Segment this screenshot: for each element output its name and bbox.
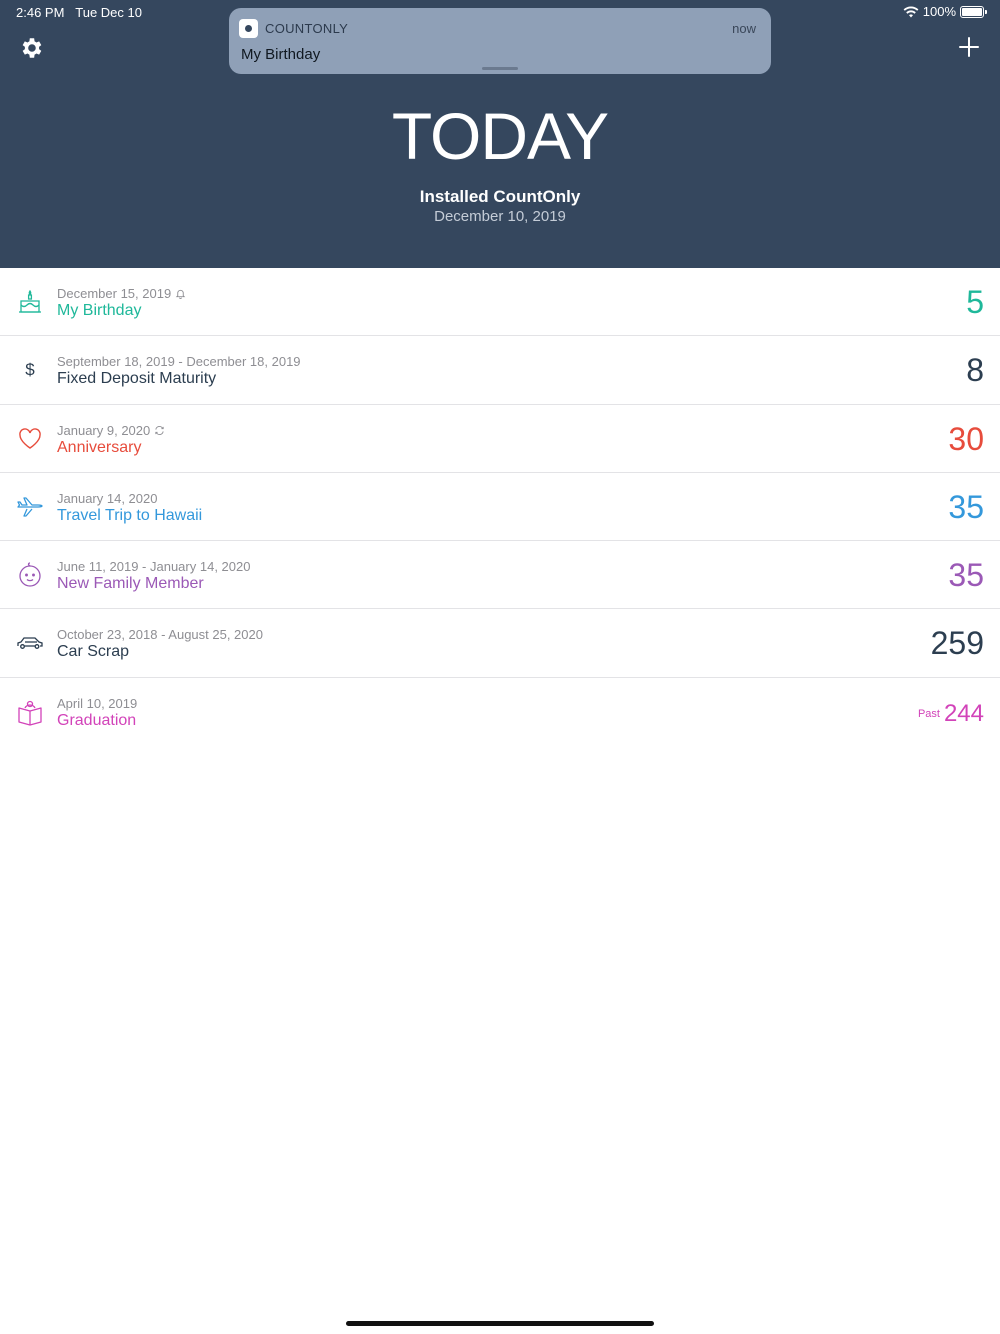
event-count: 5 [966, 284, 984, 320]
event-row-graduation[interactable]: April 10, 2019 Graduation Past 244 [0, 678, 1000, 746]
event-date: April 10, 2019 [57, 695, 138, 711]
header: 2:46 PM Tue Dec 10 100% COUNTONLY now My… [0, 0, 1000, 268]
plus-icon [959, 37, 979, 57]
event-date: December 15, 2019 [57, 286, 186, 301]
event-count: 35 [948, 488, 984, 525]
event-date: October 23, 2018 - August 25, 2020 [57, 627, 263, 643]
event-count: 35 [948, 557, 984, 594]
home-indicator[interactable] [346, 1321, 654, 1326]
status-right: 100% [903, 4, 987, 19]
add-event-button[interactable] [958, 36, 980, 58]
event-title: Car Scrap [57, 643, 130, 661]
header-subtitle: Installed CountOnly [419, 187, 581, 206]
repeat-icon [155, 425, 164, 435]
notification-banner[interactable]: COUNTONLY now My Birthday [229, 8, 771, 74]
event-row-family-member[interactable]: June 11, 2019 - January 14, 2020 New Fam… [0, 541, 1000, 610]
bell-icon [175, 289, 186, 299]
event-row-car-scrap[interactable]: October 23, 2018 - August 25, 2020 Car S… [0, 609, 1000, 678]
event-title: Fixed Deposit Maturity [57, 370, 217, 388]
settings-button[interactable] [18, 35, 44, 61]
battery-icon [960, 5, 987, 18]
airplane-icon [16, 493, 44, 521]
notification-time: now [732, 21, 756, 36]
event-row-travel[interactable]: January 14, 2020 Travel Trip to Hawaii 3… [0, 473, 1000, 542]
notification-title: My Birthday [241, 46, 321, 63]
event-title: Travel Trip to Hawaii [57, 506, 203, 524]
event-row-birthday[interactable]: December 15, 2019 My Birthday 5 [0, 268, 1000, 337]
event-row-fixed-deposit[interactable]: $ September 18, 2019 - December 18, 2019… [0, 336, 1000, 405]
dollar-icon: $ [25, 360, 35, 380]
birthday-cake-icon [16, 288, 44, 316]
heart-icon [16, 425, 44, 453]
notification-app-name: COUNTONLY [265, 21, 349, 36]
baby-face-icon [16, 561, 44, 589]
event-count: 8 [966, 352, 984, 389]
gear-icon [22, 38, 42, 58]
event-row-anniversary[interactable]: January 9, 2020 Anniversary 30 [0, 405, 1000, 473]
event-date: January 14, 2020 [57, 490, 158, 506]
battery-percent: 100% [922, 4, 956, 19]
event-count: Past 244 [917, 699, 984, 727]
event-title: Anniversary [57, 438, 142, 456]
car-icon [16, 629, 44, 657]
event-list: December 15, 2019 My Birthday 5 $ Septem… [0, 268, 1000, 746]
event-date: June 11, 2019 - January 14, 2020 [57, 559, 251, 575]
event-title: Graduation [57, 711, 137, 729]
notification-handle[interactable] [482, 67, 518, 70]
event-count: 30 [948, 420, 984, 457]
app-icon [239, 19, 258, 38]
header-date: December 10, 2019 [434, 208, 566, 225]
event-date: September 18, 2019 - December 18, 2019 [57, 354, 301, 370]
past-label: Past [917, 707, 940, 720]
event-count: 259 [930, 625, 984, 662]
status-time: 2:46 PM Tue Dec 10 [16, 5, 142, 20]
event-date: January 9, 2020 [57, 423, 165, 438]
event-title: New Family Member [57, 575, 204, 593]
event-title: My Birthday [57, 302, 142, 319]
wifi-icon [903, 6, 919, 17]
page-title: TODAY [391, 99, 609, 173]
graduation-book-icon [16, 698, 44, 726]
